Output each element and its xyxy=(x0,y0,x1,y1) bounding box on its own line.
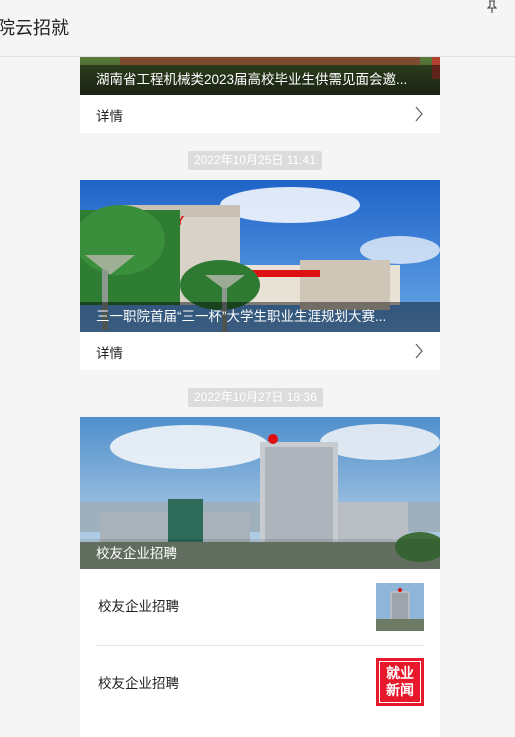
post-card-2[interactable]: SANY 三一职院首届“三一杯”大学生职业生涯规划大赛... 详情 xyxy=(80,180,440,370)
post-caption: 校友企业招聘 xyxy=(80,539,440,569)
detail-label: 详情 xyxy=(96,346,123,361)
title-bar: 院云招就 xyxy=(0,0,515,57)
app-title: 院云招就 xyxy=(0,18,69,38)
pin-icon[interactable] xyxy=(485,0,499,14)
post-card-1[interactable]: 湖南省工程机械类2023届高校毕业生供需见面会邀... 详情 xyxy=(80,57,440,133)
employment-news-badge-icon: 就业 新闻 xyxy=(376,658,424,706)
building-photo-icon xyxy=(376,583,424,631)
post-card-3[interactable]: 校友企业招聘 校友企业招聘 校友企业招聘 就业 新闻 xyxy=(80,417,440,737)
detail-row[interactable]: 详情 xyxy=(80,95,440,133)
list-item[interactable]: 校友企业招聘 就业 新闻 xyxy=(96,646,424,718)
post-banner-image: 校友企业招聘 xyxy=(80,417,440,569)
badge-text-line-1: 就业 xyxy=(386,665,414,681)
post-caption: 湖南省工程机械类2023届高校毕业生供需见面会邀... xyxy=(80,65,440,95)
detail-label: 详情 xyxy=(96,109,123,124)
post-banner-image: SANY 三一职院首届“三一杯”大学生职业生涯规划大赛... xyxy=(80,180,440,332)
post-caption: 三一职院首届“三一杯”大学生职业生涯规划大赛... xyxy=(80,302,440,332)
chevron-right-icon xyxy=(415,343,423,359)
list-item[interactable]: 校友企业招聘 xyxy=(96,569,424,646)
badge-text-line-2: 新闻 xyxy=(386,682,414,698)
list-item-title: 校友企业招聘 xyxy=(98,676,179,691)
timestamp: 2022年10月25日 11:41 xyxy=(188,151,322,170)
list-item-title: 校友企业招聘 xyxy=(98,599,179,614)
chevron-right-icon xyxy=(415,106,423,122)
post-banner-image: 湖南省工程机械类2023届高校毕业生供需见面会邀... xyxy=(80,57,440,95)
timestamp: 2022年10月27日 18:36 xyxy=(188,388,323,407)
detail-row[interactable]: 详情 xyxy=(80,332,440,370)
